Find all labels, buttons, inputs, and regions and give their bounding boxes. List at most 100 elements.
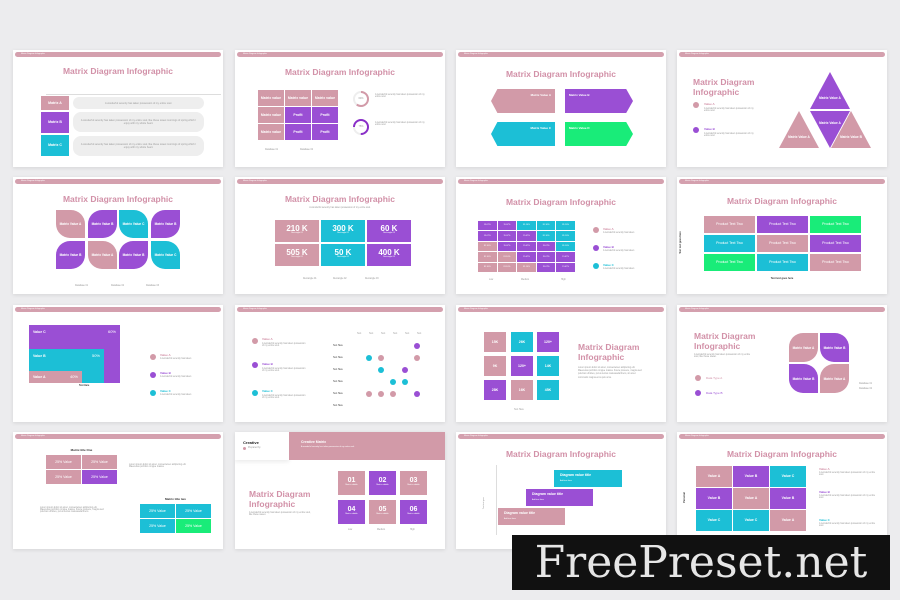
numbered-cell: 01 Matrix subtitle bbox=[338, 471, 365, 495]
value-a-label: Value A bbox=[704, 102, 715, 106]
title-line: Infographic bbox=[693, 87, 740, 97]
slide-7[interactable]: Matrix Diagram Infographic Matrix Diagra… bbox=[456, 177, 666, 294]
topbar-label: Matrix Diagram Infographic bbox=[685, 435, 710, 437]
slide-15[interactable]: Matrix Diagram Infographic Matrix Diagra… bbox=[456, 432, 666, 549]
grid-cell: Matrix value bbox=[285, 90, 311, 106]
value-b-label: Value B bbox=[603, 245, 614, 249]
leaf-cell: Matrix Value B bbox=[789, 364, 818, 393]
matrix-dot bbox=[414, 343, 420, 349]
topbar-label: Matrix Diagram Infographic bbox=[464, 53, 489, 55]
slide-9[interactable]: Matrix Diagram Infographic Value C 60% Va… bbox=[13, 305, 223, 422]
matrix1-cell: 25% Value bbox=[82, 470, 117, 484]
slide-topbar: Matrix Diagram Infographic bbox=[679, 307, 885, 312]
bar-title: Diagram value title bbox=[560, 473, 592, 477]
title-line: Infographic bbox=[578, 352, 625, 362]
cell-label: Rectangle 01 bbox=[291, 232, 303, 234]
grid-cell: Profit bbox=[285, 124, 311, 140]
y-axis-label: Text text goes bbox=[483, 496, 486, 510]
topbar-label: Matrix Diagram Infographic bbox=[464, 308, 489, 310]
arrow-title: Matrix Value C bbox=[530, 126, 551, 130]
value-b-label: Value B bbox=[819, 490, 830, 494]
slide-1[interactable]: Matrix Diagram Infographic Matrix Diagra… bbox=[13, 50, 223, 167]
bar-title: Diagram value title bbox=[532, 492, 564, 496]
leaf-cell: Matrix Value A bbox=[789, 333, 818, 362]
banner: Creative Matrix A wonderful serenity has… bbox=[289, 432, 445, 460]
value-cell: 60 K Rectangle 03 bbox=[367, 220, 411, 242]
percent-cell: 81.10% bbox=[497, 262, 517, 272]
percent-cell: 15.07% bbox=[536, 241, 556, 252]
slide-title: Matrix Diagram Infographic bbox=[694, 331, 755, 351]
slide-2[interactable]: Matrix Diagram Infographic Matrix Diagra… bbox=[235, 50, 445, 167]
check-icon bbox=[150, 354, 156, 360]
check-icon bbox=[252, 362, 258, 368]
slide-title: Matrix Diagram Infographic bbox=[249, 489, 310, 509]
product-cell: Product Text Two bbox=[810, 254, 861, 271]
legend-item: Database 01 bbox=[75, 285, 89, 287]
slide-title: Matrix Diagram Infographic bbox=[693, 77, 754, 97]
numbered-cell: 03 Matrix subtitle bbox=[400, 471, 427, 495]
row-label: Text Here bbox=[333, 405, 343, 407]
grid-cell: Matrix value bbox=[258, 90, 284, 106]
slide-16[interactable]: Matrix Diagram Infographic Matrix Diagra… bbox=[677, 432, 887, 549]
value-b-label: Value B bbox=[704, 127, 715, 131]
percent-cell: 81.10% bbox=[536, 231, 556, 241]
bar-value-a: Value A 40% bbox=[29, 371, 82, 383]
bar-subtitle: Add text here bbox=[532, 499, 544, 501]
product-cell: Product Text Two bbox=[757, 254, 808, 271]
body-text: A wonderful serenity has taken possessio… bbox=[694, 354, 751, 358]
matrix1-cell: 25% Value bbox=[82, 455, 117, 469]
matrix-c-label: Matrix C bbox=[41, 135, 69, 156]
slide-topbar: Matrix Diagram Infographic bbox=[458, 179, 664, 184]
cell-label: Rectangle 03 bbox=[383, 256, 395, 258]
title-line: Infographic bbox=[694, 341, 741, 351]
slide-10[interactable]: Matrix Diagram Infographic Value A A won… bbox=[235, 305, 445, 422]
value-b-text: A wonderful serenity has taken bbox=[603, 250, 635, 252]
slide-title: Matrix Diagram Infographic bbox=[726, 196, 838, 206]
slide-6[interactable]: Matrix Diagram Infographic Matrix Diagra… bbox=[235, 177, 445, 294]
col-label: Text bbox=[393, 333, 398, 335]
banner-subtitle: A wonderful serenity has taken possessio… bbox=[301, 446, 355, 448]
grid-cell: Profit bbox=[285, 107, 311, 123]
percent-cell: 15.07% bbox=[478, 231, 497, 241]
value-a-text: A wonderful serenity has taken possessio… bbox=[704, 108, 754, 112]
triangle-left: Matrix Value A bbox=[779, 111, 819, 148]
slide-title: Matrix Diagram Infographic bbox=[505, 197, 617, 207]
slide-topbar: Matrix Diagram Infographic bbox=[237, 179, 443, 184]
percent-cell: 81.10% bbox=[478, 262, 497, 272]
slide-topbar: Matrix Diagram Infographic bbox=[15, 307, 221, 312]
matrix2-cell: 25% Value bbox=[140, 519, 175, 533]
percent-cell: 15.07% bbox=[478, 221, 497, 231]
grid-cell: Matrix value bbox=[312, 90, 338, 106]
title-line: Matrix Diagram bbox=[578, 342, 640, 352]
value-b-label: Value B bbox=[262, 362, 273, 366]
matrix-dot bbox=[378, 391, 384, 397]
value-a-label: Value A bbox=[160, 353, 171, 357]
slide-14[interactable]: Creative Prepared by Creative Matrix A w… bbox=[235, 432, 445, 549]
value-cell: Value C bbox=[770, 466, 806, 487]
topbar-label: Matrix Diagram Infographic bbox=[21, 308, 46, 310]
topbar-label: Matrix Diagram Infographic bbox=[243, 308, 268, 310]
slide-12[interactable]: Matrix Diagram Infographic Matrix Diagra… bbox=[677, 305, 887, 422]
slide-13[interactable]: Matrix Diagram Infographic Matrix title … bbox=[13, 432, 223, 549]
slide-3[interactable]: Matrix Diagram Infographic Matrix Diagra… bbox=[456, 50, 666, 167]
diagram-bar: Diagram value title Add text here bbox=[498, 508, 565, 525]
percent-cell: 15.07% bbox=[536, 252, 556, 262]
slide-topbar: Matrix Diagram Infographic bbox=[15, 52, 221, 57]
slide-11[interactable]: Matrix Diagram Infographic 15K 26K 120+ … bbox=[456, 305, 666, 422]
check-icon bbox=[593, 245, 599, 251]
slide-5[interactable]: Matrix Diagram Infographic Matrix Diagra… bbox=[13, 177, 223, 294]
value-cell: 50 K Rectangle 02 bbox=[321, 244, 365, 266]
slide-topbar: Matrix Diagram Infographic bbox=[458, 434, 664, 439]
slide-4[interactable]: Matrix Diagram Infographic Matrix Diagra… bbox=[677, 50, 887, 167]
body-text: Lorem ipsum dolor sit amet, consectetuer… bbox=[129, 464, 187, 468]
watermark-banner: FreePreset.net bbox=[512, 535, 890, 590]
matrix2-cell: 25% Value bbox=[176, 519, 211, 533]
leaf-cell: Matrix Value C bbox=[119, 210, 148, 238]
slide-8[interactable]: Matrix Diagram Infographic Matrix Diagra… bbox=[677, 177, 887, 294]
brand-name: Creative bbox=[243, 440, 259, 445]
value-c-label: Value C bbox=[819, 518, 830, 522]
body-text: A wonderful serenity has taken possessio… bbox=[249, 512, 311, 516]
value-cell: 210 K Rectangle 01 bbox=[275, 220, 319, 242]
body-text: Lorem ipsum dolor sit amet, consectetuer… bbox=[578, 367, 642, 379]
check-icon bbox=[593, 263, 599, 269]
